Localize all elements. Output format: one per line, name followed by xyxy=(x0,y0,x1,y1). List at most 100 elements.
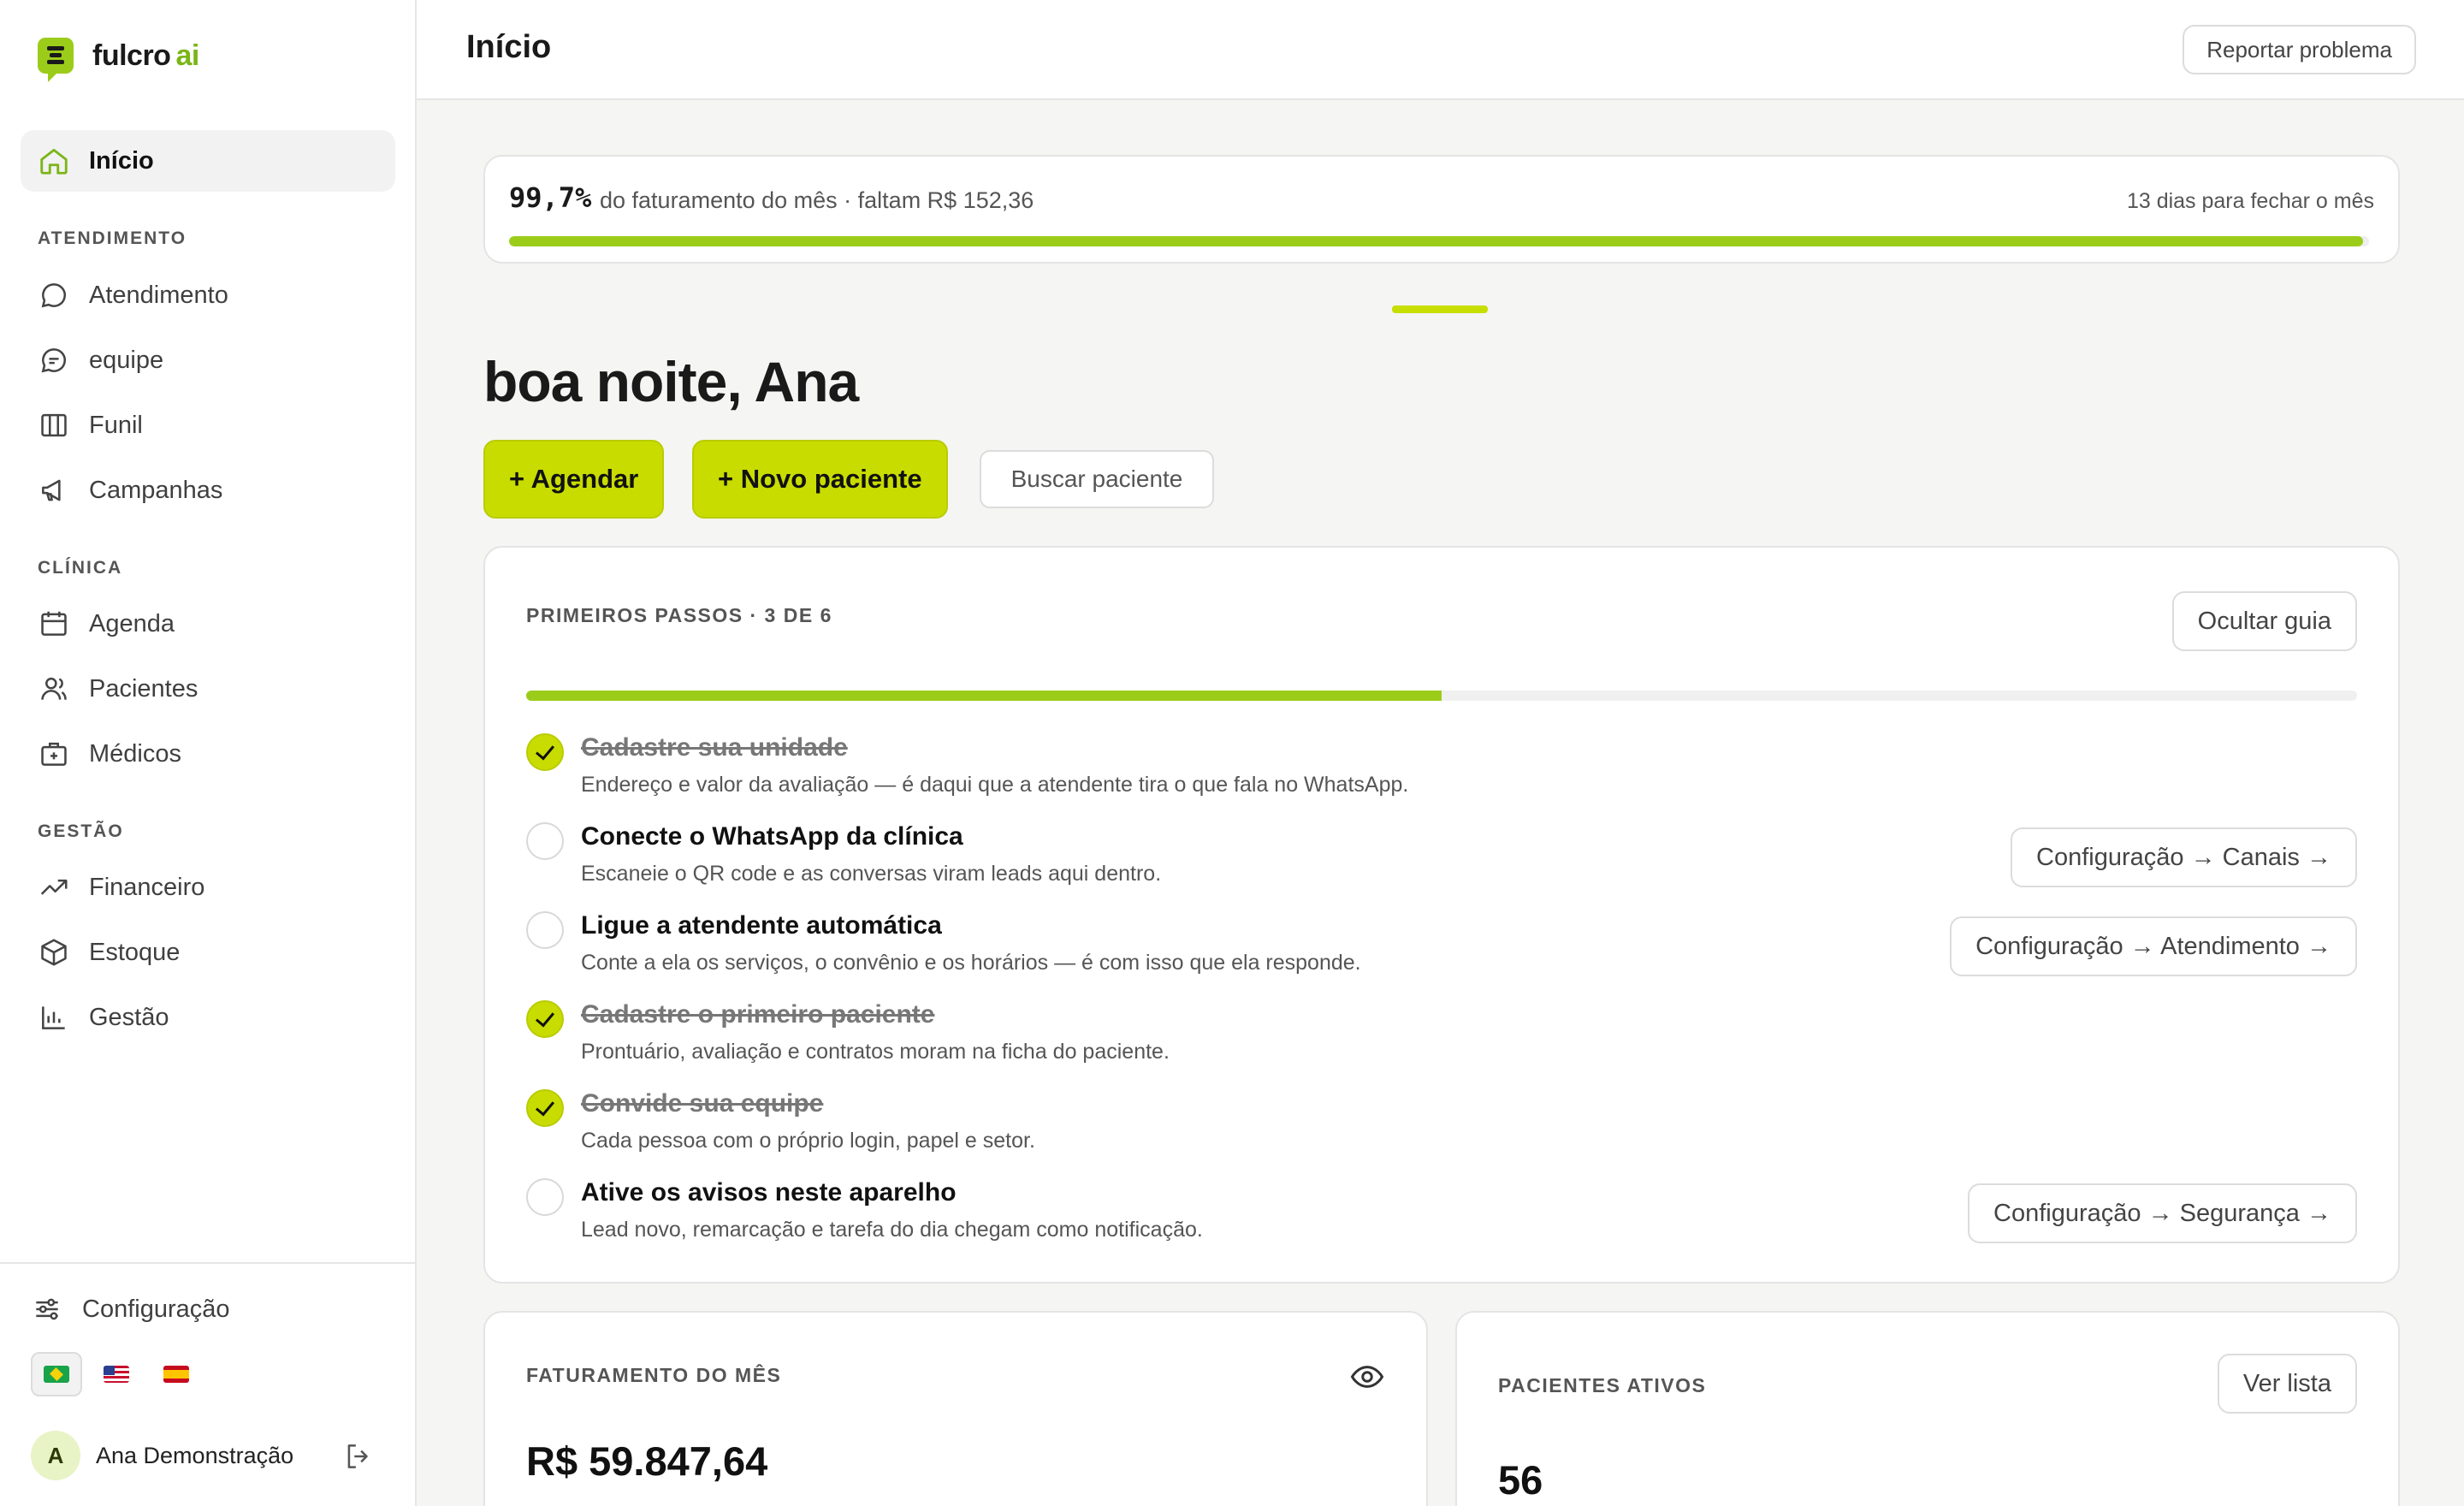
step-description: Conte a ela os serviços, o convênio e os… xyxy=(581,951,1361,975)
sidebar-item-atendimento[interactable]: Atendimento xyxy=(21,264,395,326)
sidebar-section-clinica: CLÍNICA xyxy=(38,558,123,578)
step-title: Conecte o WhatsApp da clínica xyxy=(581,822,963,851)
logo-text: fulcro ai xyxy=(92,39,199,72)
megaphone-icon xyxy=(42,479,61,501)
guide-step: Cadastre o primeiro paciente Prontuário,… xyxy=(526,993,2357,1070)
logout-icon[interactable] xyxy=(342,1440,375,1473)
sidebar-item-label: Configuração xyxy=(82,1295,230,1323)
greeting: boa noite, Ana xyxy=(483,350,859,413)
sidebar-item-estoque[interactable]: Estoque xyxy=(21,922,395,983)
guide-step: Conecte o WhatsApp da clínica Escaneie o… xyxy=(526,815,2357,892)
medical-case-icon xyxy=(41,742,67,766)
hide-guide-button[interactable]: Ocultar guia xyxy=(2171,591,2357,651)
usa-flag-icon xyxy=(104,1366,129,1383)
step-description: Prontuário, avaliação e contratos moram … xyxy=(581,1040,1170,1064)
sidebar-item-label: Gestão xyxy=(89,1003,169,1031)
sidebar-item-label: Pacientes xyxy=(89,674,198,703)
columns-icon xyxy=(41,413,67,437)
sidebar-item-label: Médicos xyxy=(89,739,181,768)
onboarding-guide: PRIMEIROS PASSOS · 3 DE 6 Ocultar guia C… xyxy=(483,546,2400,1284)
step-check-icon[interactable] xyxy=(526,822,564,860)
step-check-icon[interactable] xyxy=(526,1089,564,1127)
view-list-button[interactable]: Ver lista xyxy=(2217,1354,2357,1414)
logo-icon xyxy=(38,38,74,82)
box-icon xyxy=(41,939,67,966)
page-title: Início xyxy=(466,29,552,65)
chat-bubble-icon xyxy=(41,283,67,308)
revenue-progress-fill xyxy=(509,236,2364,246)
sidebar: fulcro ai Início ATENDIMENTO Atendimento … xyxy=(0,0,417,1506)
bar-chart-icon xyxy=(42,1006,65,1029)
step-description: Cada pessoa com o próprio login, papel e… xyxy=(581,1129,1035,1153)
sidebar-item-gestao[interactable]: Gestão xyxy=(21,987,395,1048)
guide-step: Convide sua equipe Cada pessoa com o pró… xyxy=(526,1082,2357,1159)
guide-progress-bar xyxy=(526,691,2357,701)
sidebar-item-label: Funil xyxy=(89,411,143,439)
step-title: Ligue a atendente automática xyxy=(581,911,942,940)
language-pt-br[interactable] xyxy=(31,1352,82,1396)
sidebar-item-configuracao[interactable]: Configuração xyxy=(14,1278,388,1340)
new-patient-button[interactable]: + Novo paciente xyxy=(692,440,948,519)
step-title: Ative os avisos neste aparelho xyxy=(581,1178,957,1207)
sidebar-section-atendimento: ATENDIMENTO xyxy=(38,228,187,248)
sidebar-item-pacientes[interactable]: Pacientes xyxy=(21,658,395,720)
sidebar-item-equipe[interactable]: equipe xyxy=(21,329,395,391)
sidebar-divider xyxy=(0,1262,415,1264)
step-check-icon[interactable] xyxy=(526,733,564,771)
days-left: 13 dias para fechar o mês xyxy=(2126,189,2374,213)
sidebar-item-campanhas[interactable]: Campanhas xyxy=(21,460,395,521)
active-patients-card: PACIENTES ATIVOS Ver lista 56 xyxy=(1455,1311,2400,1506)
sidebar-item-label: Início xyxy=(89,146,154,175)
revenue-label: FATURAMENTO DO MÊS xyxy=(526,1364,782,1386)
language-es-es[interactable] xyxy=(151,1352,202,1396)
sidebar-item-label: Atendimento xyxy=(89,281,228,309)
revenue-percent: 99,7% xyxy=(509,181,592,214)
step-check-icon[interactable] xyxy=(526,1000,564,1038)
schedule-button[interactable]: + Agendar xyxy=(483,440,665,519)
step-title: Cadastre o primeiro paciente xyxy=(581,1000,935,1029)
revenue-value: R$ 59.847,64 xyxy=(526,1438,768,1484)
step-action-button[interactable]: Configuração → Atendimento → xyxy=(1950,916,2357,976)
month-progress-card: 99,7% do faturamento do mês · faltam R$ … xyxy=(483,155,2400,264)
sidebar-item-agenda[interactable]: Agenda xyxy=(21,593,395,655)
report-problem-button[interactable]: Reportar problema xyxy=(2183,25,2416,74)
user-profile[interactable]: A Ana Demonstração xyxy=(31,1431,293,1480)
guide-step: Ative os avisos neste aparelho Lead novo… xyxy=(526,1171,2357,1248)
sidebar-item-label: equipe xyxy=(89,346,164,374)
spain-flag-icon xyxy=(163,1366,189,1383)
sidebar-item-label: Agenda xyxy=(89,609,175,637)
step-check-icon[interactable] xyxy=(526,1178,564,1216)
eye-icon[interactable] xyxy=(1349,1359,1385,1395)
logo[interactable]: fulcro ai xyxy=(38,38,199,82)
guide-step: Ligue a atendente automática Conte a ela… xyxy=(526,904,2357,981)
guide-title: PRIMEIROS PASSOS · 3 DE 6 xyxy=(526,604,832,626)
brazil-flag-icon xyxy=(44,1366,69,1383)
avatar: A xyxy=(31,1431,80,1480)
step-description: Endereço e valor da avaliação — é daqui … xyxy=(581,773,1409,797)
step-description: Lead novo, remarcação e tarefa do dia ch… xyxy=(581,1218,1203,1242)
patients-label: PACIENTES ATIVOS xyxy=(1498,1374,1707,1396)
step-check-icon[interactable] xyxy=(526,911,564,949)
sidebar-item-label: Financeiro xyxy=(89,873,205,901)
users-icon xyxy=(41,677,67,700)
step-action-button[interactable]: Configuração → Canais → xyxy=(2011,827,2357,887)
sidebar-item-medicos[interactable]: Médicos xyxy=(21,723,395,785)
user-name: Ana Demonstração xyxy=(96,1442,294,1468)
sidebar-item-financeiro[interactable]: Financeiro xyxy=(21,857,395,918)
revenue-card: FATURAMENTO DO MÊS R$ 59.847,64 xyxy=(483,1311,1428,1506)
calendar-icon xyxy=(41,611,67,636)
home-icon xyxy=(40,148,68,175)
language-en-us[interactable] xyxy=(91,1352,142,1396)
trending-up-icon xyxy=(40,879,68,895)
guide-step: Cadastre sua unidade Endereço e valor da… xyxy=(526,726,2357,803)
search-patient-button[interactable]: Buscar paciente xyxy=(980,450,1214,508)
step-title: Cadastre sua unidade xyxy=(581,733,848,762)
revenue-description: do faturamento do mês · faltam R$ 152,36 xyxy=(600,187,1034,213)
step-description: Escaneie o QR code e as conversas viram … xyxy=(581,862,1162,886)
guide-progress-fill xyxy=(526,691,1442,701)
sidebar-item-funil[interactable]: Funil xyxy=(21,394,395,456)
revenue-progress-bar xyxy=(509,236,2369,246)
step-action-button[interactable]: Configuração → Segurança → xyxy=(1968,1183,2357,1243)
main-content: Início Reportar problema 99,7% do fatura… xyxy=(417,0,2464,1506)
sidebar-item-inicio[interactable]: Início xyxy=(21,130,395,192)
